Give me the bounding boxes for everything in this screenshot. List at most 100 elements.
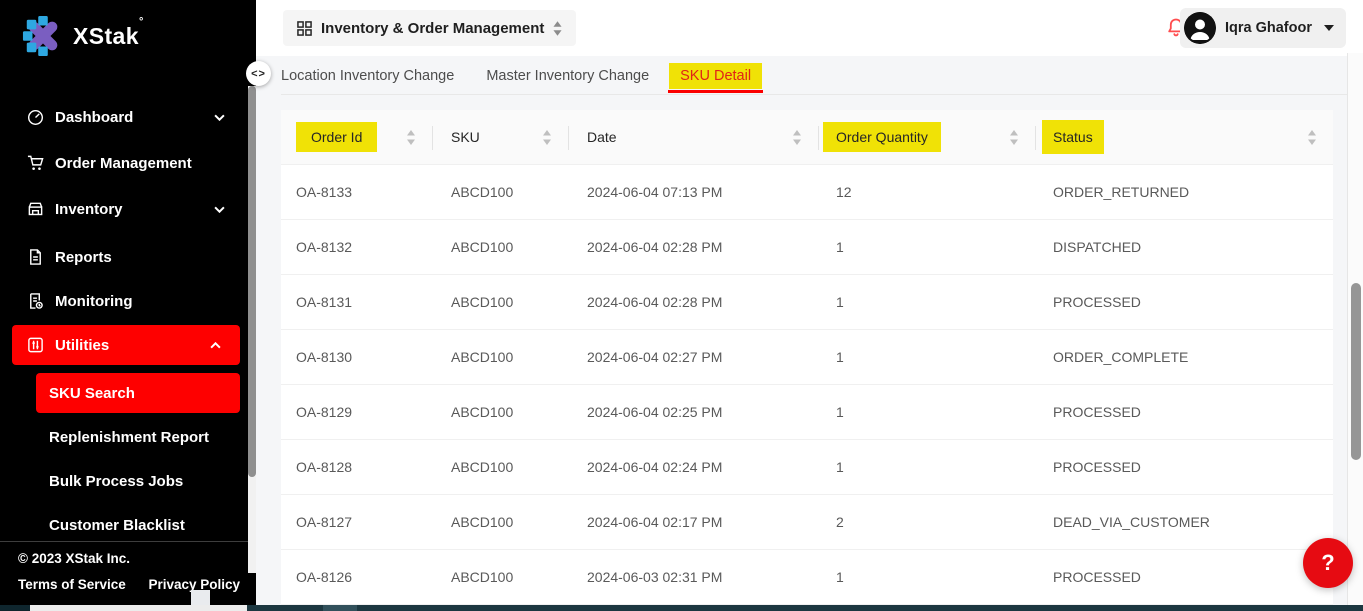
sidebar-collapse-button[interactable]: <> [246,61,271,86]
tab-bar: Location Inventory Change Master Invento… [256,56,1363,95]
store-icon [27,200,44,218]
sidebar-item-customer-blacklist[interactable]: Customer Blacklist [0,505,256,545]
app-logo[interactable]: XStak° [22,15,144,57]
app-switcher[interactable]: Inventory & Order Management [283,10,576,46]
sidebar-item-utilities[interactable]: Utilities [12,325,240,365]
sidebar: XStak° Dashboard Order Management [0,0,256,611]
help-button[interactable]: ? [1303,538,1353,588]
column-header-order-id[interactable]: Order Id [281,110,432,164]
sidebar-item-dashboard[interactable]: Dashboard [0,97,256,137]
chevron-up-icon [210,342,221,349]
grid-icon [297,21,312,36]
user-menu[interactable]: Iqra Ghafoor [1180,8,1346,48]
status-cell: ORDER_COMPLETE [1053,349,1188,365]
sku-cell: ABCD100 [451,184,513,200]
order-id-cell: OA-8126 [296,569,352,585]
date-cell: 2024-06-04 02:27 PM [587,349,722,365]
main-scrollbar-track[interactable] [1347,53,1363,605]
status-cell: PROCESSED [1053,459,1141,475]
tab-master-inventory-change[interactable]: Master Inventory Change [486,68,649,84]
table-row[interactable]: OA-8133 ABCD100 2024-06-04 07:13 PM 12 O… [281,165,1333,220]
order-quantity-cell: 1 [836,349,844,365]
order-id-cell: OA-8129 [296,404,352,420]
sidebar-item-label: Customer Blacklist [49,517,185,534]
table-row[interactable]: OA-8132 ABCD100 2024-06-04 02:28 PM 1 DI… [281,220,1333,275]
date-cell: 2024-06-04 02:17 PM [587,514,722,530]
sort-icon[interactable] [406,130,416,145]
status-cell: ORDER_RETURNED [1053,184,1189,200]
cart-icon [27,154,44,172]
sidebar-scrollbar-track[interactable] [248,86,256,573]
sliders-icon [27,336,44,354]
sidebar-item-sku-search[interactable]: SKU Search [36,373,240,413]
sku-cell: ABCD100 [451,239,513,255]
table-header-row: Order Id SKU Date Order Quantity [281,110,1333,165]
main-content: Inventory & Order Management [256,0,1363,611]
terms-of-service-link[interactable]: Terms of Service [18,577,126,592]
collapse-icon: <> [251,68,266,80]
copyright-text: © 2023 XStak Inc. [18,551,130,566]
help-icon: ? [1321,550,1334,576]
table-row[interactable]: OA-8131 ABCD100 2024-06-04 02:28 PM 1 PR… [281,275,1333,330]
top-header-bar: Inventory & Order Management [256,0,1363,56]
main-scrollbar-thumb[interactable] [1351,283,1361,460]
logo-trademark: ° [139,16,144,28]
sidebar-item-label: Bulk Process Jobs [49,473,183,490]
tab-bar-border [281,94,1349,95]
status-cell: DEAD_VIA_CUSTOMER [1053,514,1210,530]
order-id-cell: OA-8133 [296,184,352,200]
date-cell: 2024-06-04 02:28 PM [587,239,722,255]
sidebar-scrollbar-thumb[interactable] [248,86,256,477]
column-header-order-quantity[interactable]: Order Quantity [818,110,1035,164]
sidebar-item-replenishment-report[interactable]: Replenishment Report [0,417,256,457]
horizontal-scrollbar-thumb[interactable] [30,605,247,611]
tab-location-inventory-change[interactable]: Location Inventory Change [281,68,454,84]
table-row[interactable]: OA-8130 ABCD100 2024-06-04 02:27 PM 1 OR… [281,330,1333,385]
order-id-cell: OA-8127 [296,514,352,530]
chevron-down-icon [214,114,225,121]
order-id-cell: OA-8128 [296,459,352,475]
chevron-down-icon [214,206,225,213]
order-id-cell: OA-8131 [296,294,352,310]
tab-label: SKU Detail [680,68,751,84]
tab-sku-detail[interactable]: SKU Detail [669,63,762,89]
column-header-date[interactable]: Date [568,110,818,164]
table-row[interactable]: OA-8128 ABCD100 2024-06-04 02:24 PM 1 PR… [281,440,1333,495]
table-row[interactable]: OA-8126 ABCD100 2024-06-03 02:31 PM 1 PR… [281,550,1333,605]
order-quantity-cell: 1 [836,569,844,585]
sidebar-item-monitoring[interactable]: Monitoring [0,281,256,321]
table-row[interactable]: OA-8127 ABCD100 2024-06-04 02:17 PM 2 DE… [281,495,1333,550]
date-cell: 2024-06-04 02:24 PM [587,459,722,475]
logo-text: XStak° [73,23,144,50]
caret-down-icon [1324,25,1334,31]
speedometer-icon [27,108,44,126]
order-quantity-cell: 1 [836,459,844,475]
column-header-sku[interactable]: SKU [432,110,568,164]
sidebar-item-label: Replenishment Report [49,429,209,446]
order-quantity-cell: 1 [836,294,844,310]
sidebar-item-order-management[interactable]: Order Management [0,143,256,183]
selector-caret-icon [553,21,562,36]
sku-cell: ABCD100 [451,569,513,585]
column-header-status[interactable]: Status [1035,110,1333,164]
date-cell: 2024-06-04 02:25 PM [587,404,722,420]
date-cell: 2024-06-03 02:31 PM [587,569,722,585]
date-cell: 2024-06-04 07:13 PM [587,184,722,200]
sidebar-item-bulk-process-jobs[interactable]: Bulk Process Jobs [0,461,256,501]
sidebar-item-label: Utilities [55,337,109,354]
sku-cell: ABCD100 [451,514,513,530]
user-name: Iqra Ghafoor [1225,20,1312,36]
sort-icon[interactable] [542,130,552,145]
sku-cell: ABCD100 [451,459,513,475]
sidebar-item-reports[interactable]: Reports [0,237,256,277]
app-switcher-label: Inventory & Order Management [321,20,544,37]
sort-icon[interactable] [792,130,802,145]
status-cell: DISPATCHED [1053,239,1141,255]
table-row[interactable]: OA-8129 ABCD100 2024-06-04 02:25 PM 1 PR… [281,385,1333,440]
sidebar-item-label: Inventory [55,201,123,218]
horizontal-scrollbar [0,605,1363,611]
column-label: Status [1042,120,1104,154]
sidebar-item-inventory[interactable]: Inventory [0,189,256,229]
sort-icon[interactable] [1307,130,1317,145]
sort-icon[interactable] [1009,130,1019,145]
